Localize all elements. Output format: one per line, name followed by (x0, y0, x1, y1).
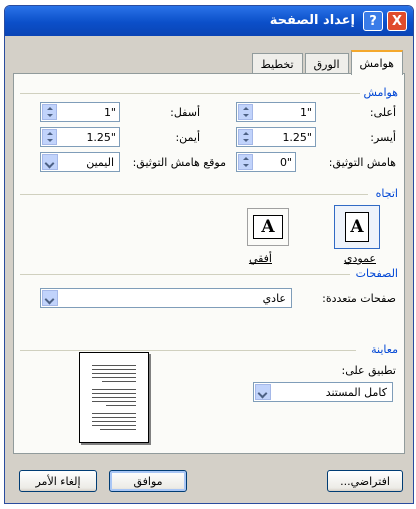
default-button[interactable]: افتراضي... (327, 470, 403, 492)
tab-layout[interactable]: تخطيط (251, 53, 303, 74)
preview-line (92, 377, 136, 378)
spinner-arrows-icon[interactable] (238, 129, 253, 145)
chevron-down-icon[interactable] (255, 384, 271, 400)
preview-line (92, 417, 136, 418)
margins-panel: هوامش أعلى: 1" أسفل: 1" أيسر: 1.25" أيمن… (13, 73, 405, 454)
gutter-label: هامش التوثيق: (328, 156, 396, 169)
spinner-arrows-icon[interactable] (42, 104, 57, 120)
portrait-label: عمودي (343, 252, 376, 265)
apply-to-label: تطبيق على: (341, 364, 396, 377)
gutter-position-select[interactable]: اليمين (40, 152, 120, 172)
multiple-pages-value: عادي (262, 292, 286, 305)
preview-line (92, 421, 136, 422)
spinner-arrows-icon[interactable] (42, 129, 57, 145)
landscape-page-icon: A (253, 215, 283, 239)
tab-margins[interactable]: هوامش (350, 50, 403, 75)
divider (20, 350, 356, 351)
tab-strip: هوامش الورق تخطيط (250, 50, 403, 75)
preview-line (92, 365, 136, 366)
spinner-arrows-icon[interactable] (238, 104, 253, 120)
margins-section-title: هوامش (363, 86, 398, 99)
preview-line (92, 401, 136, 402)
top-margin-spinner[interactable]: 1" (236, 102, 316, 122)
bottom-margin-value: 1" (103, 106, 116, 119)
divider (20, 194, 368, 195)
preview-line (106, 405, 136, 406)
divider (20, 93, 360, 94)
dialog-title: إعداد الصفحة (269, 13, 355, 28)
help-icon[interactable]: ? (363, 11, 383, 31)
gutter-value: 0" (279, 156, 292, 169)
bottom-margin-spinner[interactable]: 1" (40, 102, 120, 122)
left-margin-label: أيسر: (370, 131, 396, 144)
close-icon[interactable]: X (387, 11, 407, 31)
right-margin-spinner[interactable]: 1.25" (40, 127, 120, 147)
portrait-button[interactable]: A (334, 205, 380, 249)
preview-line (92, 373, 136, 374)
preview-line (92, 425, 136, 426)
preview-line (92, 413, 136, 414)
orientation-section-title: اتجاه (375, 187, 398, 200)
right-margin-value: 1.25" (86, 131, 116, 144)
preview-section-title: معاينة (371, 343, 398, 356)
right-margin-label: أيمن: (175, 131, 200, 144)
preview-line (92, 389, 136, 390)
pages-section-title: الصفحات (355, 267, 398, 280)
left-margin-value: 1.25" (282, 131, 312, 144)
left-margin-spinner[interactable]: 1.25" (236, 127, 316, 147)
spinner-arrows-icon[interactable] (238, 154, 253, 170)
page-setup-dialog: إعداد الصفحة X ? هوامش الورق تخطيط هوامش… (4, 5, 414, 504)
preview-line (92, 397, 136, 398)
cancel-button[interactable]: إلغاء الأمر (19, 470, 97, 492)
gutter-position-value: اليمين (86, 156, 114, 169)
gutter-spinner[interactable]: 0" (236, 152, 296, 172)
divider (20, 274, 350, 275)
preview-line (102, 381, 136, 382)
ok-button[interactable]: موافق (109, 470, 187, 492)
chevron-down-icon[interactable] (42, 154, 58, 170)
preview-line (92, 369, 136, 370)
preview-line (100, 429, 136, 430)
title-bar: إعداد الصفحة X ? (5, 6, 413, 36)
multiple-pages-label: صفحات متعددة: (322, 292, 396, 305)
bottom-margin-label: أسفل: (170, 106, 200, 119)
landscape-button[interactable]: A (247, 208, 289, 246)
landscape-label: أفقي (248, 252, 272, 265)
portrait-page-icon: A (345, 212, 369, 242)
apply-to-value: كامل المستند (325, 386, 387, 399)
multiple-pages-select[interactable]: عادي (40, 288, 292, 308)
apply-to-select[interactable]: كامل المستند (253, 382, 393, 402)
tab-paper[interactable]: الورق (304, 53, 349, 74)
top-margin-label: أعلى: (369, 106, 396, 119)
preview-line (92, 393, 136, 394)
chevron-down-icon[interactable] (42, 290, 58, 306)
top-margin-value: 1" (299, 106, 312, 119)
gutter-position-label: موقع هامش التوثيق: (132, 156, 226, 169)
page-preview (79, 352, 149, 443)
